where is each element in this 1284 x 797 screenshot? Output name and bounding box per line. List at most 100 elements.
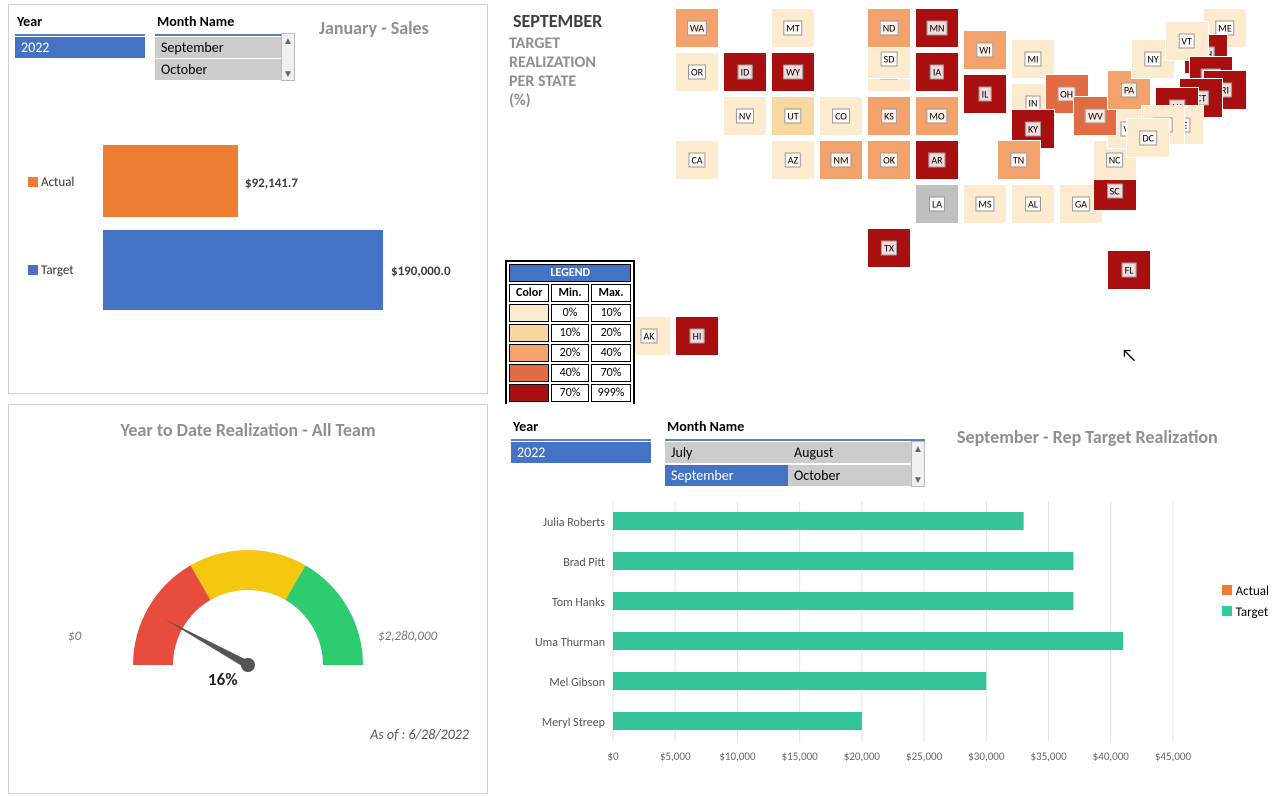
state-NV: NV (723, 96, 767, 136)
chevron-down-icon[interactable]: ▼ (913, 473, 923, 486)
sales-legend-actual-swatch (28, 177, 38, 187)
map-legend-col-min: Min. (551, 284, 588, 302)
reps-xtick: $35,000 (1030, 750, 1067, 763)
reps-chart-title: September - Rep Target Realization (957, 426, 1218, 448)
chevron-up-icon[interactable]: ▲ (283, 34, 293, 47)
state-label: IN (1026, 95, 1041, 110)
map-legend-col-max: Max. (591, 284, 632, 302)
state-label: AK (641, 329, 658, 344)
legend-min: 0% (551, 304, 588, 322)
state-WI: WI (963, 30, 1007, 70)
sales-bar-target (103, 230, 383, 310)
state-label: MI (1024, 51, 1041, 66)
state-AR: AR (915, 140, 959, 180)
state-label: ME (1215, 21, 1234, 36)
sales-month-scrollbar[interactable]: ▲ ▼ (281, 33, 295, 81)
state-IL: IL (963, 74, 1007, 114)
state-TN: TN (997, 140, 1041, 180)
state-label: DC (1139, 131, 1156, 146)
reps-xtick: $25,000 (906, 750, 943, 763)
legend-max: 40% (591, 344, 632, 362)
state-MO: MO (915, 96, 959, 136)
state-label: MN (926, 21, 947, 36)
sales-legend-target: Target (41, 263, 74, 278)
reps-bar-target (613, 672, 986, 690)
state-MS: MS (963, 184, 1007, 224)
reps-xtick: $30,000 (968, 750, 1005, 763)
chevron-up-icon[interactable]: ▲ (913, 442, 923, 455)
state-label: CA (688, 153, 705, 168)
state-label: WI (976, 43, 993, 58)
reps-xtick: $5,000 (660, 750, 691, 763)
sales-month-header: Month Name (155, 11, 281, 36)
reps-bar-target (613, 552, 1073, 570)
state-label: GA (1072, 197, 1090, 212)
sales-bar-target-value: $190,000.0 (391, 264, 451, 279)
reps-legend-target: Target (1222, 605, 1269, 620)
state-label: MS (975, 197, 994, 212)
reps-month-scrollbar[interactable]: ▲ ▼ (911, 441, 925, 487)
state-WY: WY (771, 52, 815, 92)
state-label: NY (1144, 51, 1161, 66)
state-label: HI (690, 329, 705, 344)
legend-max: 999% (591, 384, 632, 402)
sales-legend-actual: Actual (41, 175, 74, 190)
reps-month-august[interactable]: August (788, 442, 911, 463)
cursor-icon: ↖ (1121, 344, 1137, 366)
state-UT: UT (771, 96, 815, 136)
reps-bar-target (613, 712, 862, 730)
reps-year-2022[interactable]: 2022 (511, 442, 651, 463)
state-label: MT (783, 21, 802, 36)
state-MT: MT (771, 8, 815, 48)
legend-min: 70% (551, 384, 588, 402)
legend-min: 10% (551, 324, 588, 342)
state-label: IA (930, 65, 944, 80)
sales-legend-target-swatch (28, 265, 38, 275)
reps-xtick: $45,000 (1155, 750, 1192, 763)
reps-month-september[interactable]: September (665, 465, 788, 486)
map-month-header: SEPTEMBER (513, 10, 602, 32)
reps-xtick: $15,000 (782, 750, 819, 763)
reps-name-label: Uma Thurman (535, 636, 605, 650)
reps-month-october[interactable]: October (788, 465, 911, 486)
state-HI: HI (675, 316, 719, 356)
state-AL: AL (1011, 184, 1055, 224)
state-OK: OK (867, 140, 911, 180)
state-label: NV (736, 109, 754, 124)
state-label: OK (880, 153, 898, 168)
state-label: SC (1107, 183, 1123, 198)
sales-month-october[interactable]: October (155, 59, 281, 80)
legend-min: 20% (551, 344, 588, 362)
legend-max: 70% (591, 364, 632, 382)
state-LA: LA (915, 184, 959, 224)
gauge-needle-pivot (241, 658, 255, 672)
usa-map: AKHIWAORCANVIDMTWYUTCOAZNMTXOKKSNESDNDMN… (627, 8, 1267, 388)
state-IA: IA (915, 52, 959, 92)
state-label: UT (784, 109, 801, 124)
state-label: CO (832, 109, 850, 124)
reps-name-label: Tom Hanks (552, 596, 605, 610)
reps-xtick: $40,000 (1093, 750, 1130, 763)
reps-name-label: Mel Gibson (549, 676, 605, 690)
state-label: WY (783, 65, 803, 80)
legend-max: 20% (591, 324, 632, 342)
state-MI: MI (1011, 39, 1055, 79)
reps-month-july[interactable]: July (665, 442, 788, 463)
legend-swatch (509, 324, 549, 342)
state-label: PA (1121, 82, 1137, 97)
ytd-title: Year to Date Realization - All Team (9, 419, 487, 441)
gauge-band-red (133, 565, 211, 665)
reps-name-label: Meryl Streep (542, 716, 605, 730)
state-NM: NM (819, 140, 863, 180)
sales-month-september[interactable]: September (155, 37, 281, 58)
state-ID: ID (723, 52, 767, 92)
chevron-down-icon[interactable]: ▼ (283, 67, 293, 80)
gauge-percent: 16% (208, 669, 238, 690)
sales-chart-title: January - Sales (319, 17, 429, 39)
map-legend: LEGEND Color Min. Max. 0%10%10%20%20%40%… (505, 260, 635, 406)
map-subtitle: TARGET REALIZATION PER STATE (%) (509, 34, 596, 110)
state-KS: KS (867, 96, 911, 136)
reps-bar-target (613, 592, 1073, 610)
reps-name-label: Brad Pitt (563, 556, 605, 570)
sales-year-2022[interactable]: 2022 (15, 37, 145, 58)
